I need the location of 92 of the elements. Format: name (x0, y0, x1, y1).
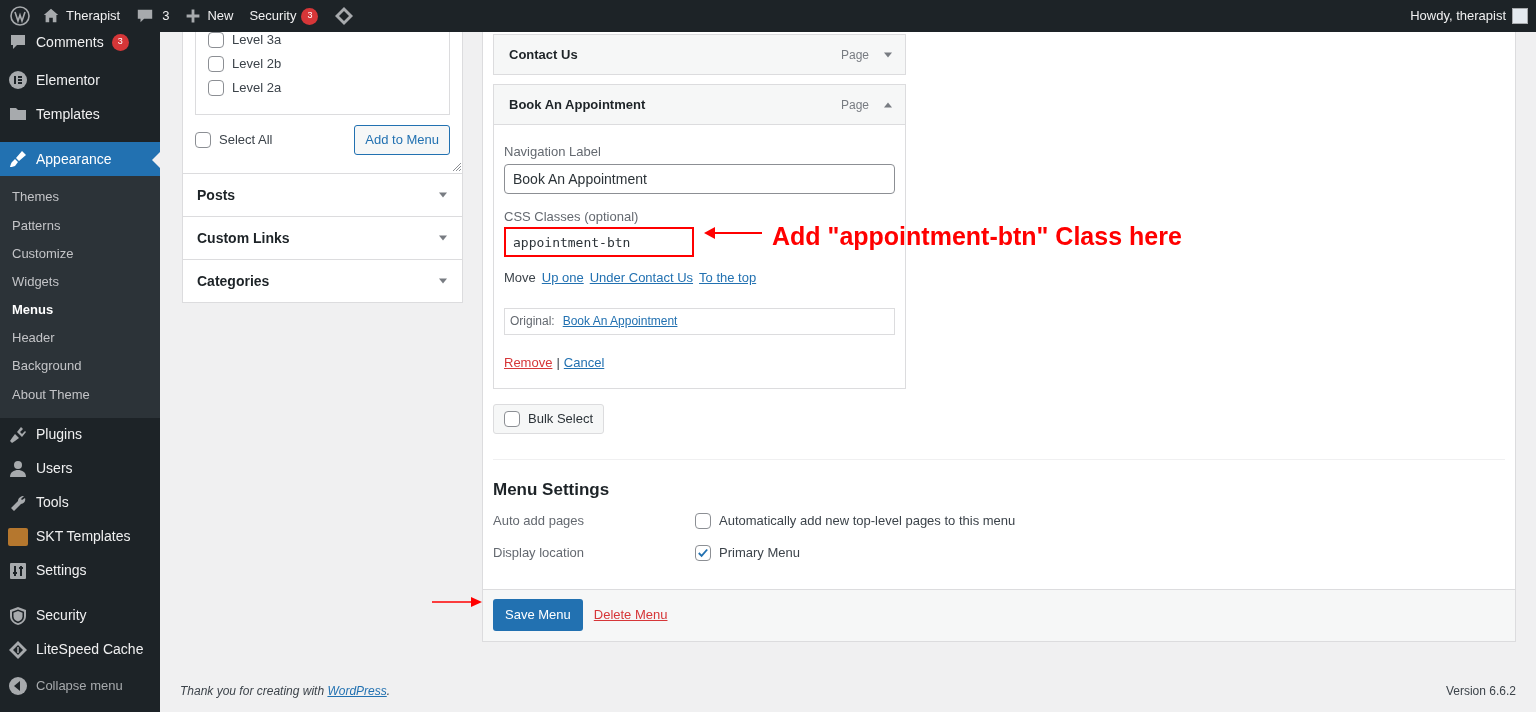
resize-grip-icon (451, 161, 461, 171)
arrow (704, 227, 762, 239)
setting-label: Auto add pages (493, 511, 586, 530)
css-classes-field[interactable]: appointment-btn (504, 227, 694, 257)
menu-item[interactable]: Settings (0, 553, 160, 588)
shield-icon (8, 605, 28, 626)
original-link[interactable]: Book An Appointment (562, 312, 678, 330)
submenu-item[interactable]: Menus (0, 295, 160, 324)
field-label: Navigation Label (504, 143, 602, 161)
diamond-icon (334, 6, 355, 26)
left-arrow-circle-icon (8, 675, 28, 696)
add-to-menu-button[interactable]: Add to Menu (354, 125, 450, 155)
menu-item[interactable]: Comments 3 (0, 32, 160, 52)
triangle-down-icon (438, 276, 448, 286)
item-type-label: Page (840, 96, 869, 114)
delete-menu-link[interactable]: Delete Menu (593, 605, 668, 625)
menu-item[interactable]: SKT Templates (0, 519, 160, 554)
new-link[interactable]: New (177, 0, 242, 32)
navigation-label-field[interactable]: Book An Appointment (504, 163, 895, 194)
move-link[interactable]: Under Contact Us (589, 268, 694, 288)
page-label: Level 3a (232, 31, 282, 50)
checkbox[interactable] (208, 80, 224, 96)
checkbox[interactable] (208, 56, 224, 72)
e-circle-icon (8, 70, 28, 90)
original-label: Original: (510, 313, 555, 330)
submenu-item[interactable]: Widgets (0, 267, 160, 296)
accordion-section[interactable]: Custom Links (183, 216, 462, 259)
plus-icon (185, 8, 202, 24)
separator-text: | (556, 353, 560, 372)
menu-item[interactable]: Tools (0, 485, 160, 520)
option-label: Automatically add new top-level pages to this menu (719, 511, 1016, 530)
move-link[interactable]: To the top (699, 268, 757, 288)
menu-item[interactable]: Elementor (0, 63, 160, 97)
page-label: Level 2b (232, 55, 282, 74)
bulk-select-button[interactable]: Bulk Select (493, 404, 605, 434)
speech-bubble-icon (8, 32, 28, 52)
checkbox[interactable] (208, 32, 224, 48)
move-label: Move (504, 269, 536, 287)
sliders-icon (8, 560, 28, 581)
item-type-label: Page (840, 46, 869, 64)
menu-item[interactable]: Plugins (0, 417, 160, 452)
cancel-link[interactable]: Cancel (563, 352, 605, 372)
menu-item-header[interactable]: Book An Appointment Page (493, 84, 906, 125)
square-logo-icon (8, 526, 28, 547)
house-icon (42, 7, 60, 25)
submenu-item[interactable]: Header (0, 323, 160, 353)
triangle-down-icon (438, 190, 448, 200)
account-link[interactable]: Howdy, therapist (1410, 0, 1530, 32)
menu-item-header[interactable]: Contact Us Page (493, 34, 906, 75)
site-link[interactable]: Therapist (34, 0, 129, 32)
setting-label: Display location (493, 543, 586, 562)
accordion-section[interactable]: Posts (183, 173, 462, 216)
wordpress-link[interactable]: WordPress (327, 684, 387, 698)
submenu-item[interactable]: Customize (0, 239, 160, 268)
checkbox[interactable] (195, 132, 211, 148)
submenu-item[interactable]: Patterns (0, 211, 160, 240)
callout-text: Add "appointment-btn" Class here (772, 221, 1182, 252)
version-text: Version 6.6.2 (1445, 683, 1516, 700)
triangle-down-icon (438, 233, 448, 243)
remove-link[interactable]: Remove (504, 352, 553, 372)
save-menu-button[interactable]: Save Menu (493, 599, 583, 631)
accordion-section[interactable]: Categories (183, 259, 462, 302)
field-label: CSS Classes (optional) (504, 207, 640, 226)
security-link[interactable]: Security 3 (241, 0, 327, 32)
submenu-item[interactable]: About Theme (0, 380, 160, 409)
menu-item[interactable]: Users (0, 451, 160, 486)
submenu-item[interactable]: Background (0, 352, 160, 381)
section-heading: Menu Settings (493, 479, 611, 501)
menu-item[interactable]: Templates (0, 97, 160, 131)
menu-item[interactable]: Appearance (0, 142, 160, 176)
pointer-icon (152, 152, 160, 168)
page-label: Level 2a (232, 79, 282, 98)
wordpress-logo-icon (10, 6, 30, 26)
count-badge: 3 (301, 7, 319, 25)
user-icon (8, 458, 28, 479)
menu-item[interactable]: Security (0, 598, 160, 633)
checkbox[interactable] (695, 544, 711, 561)
diamond-icon (8, 639, 28, 660)
plug-icon (8, 424, 28, 445)
move-link[interactable]: Up one (541, 268, 584, 288)
count-badge: 3 (111, 33, 129, 51)
footer-text: Thank you for creating with WordPress. (180, 683, 391, 700)
checkbox[interactable] (695, 512, 711, 529)
menu-item[interactable]: LiteSpeed Cache (0, 632, 160, 667)
select-all-label: Select All (219, 131, 273, 150)
avatar-icon (1512, 8, 1528, 24)
comments-link[interactable]: 3 (128, 0, 178, 32)
option-label: Primary Menu (719, 543, 800, 562)
paintbrush-icon (8, 149, 28, 169)
checkbox[interactable] (504, 411, 520, 427)
submenu-item[interactable]: Themes (0, 183, 160, 212)
collapse-menu-button[interactable]: Collapse menu (0, 668, 160, 703)
